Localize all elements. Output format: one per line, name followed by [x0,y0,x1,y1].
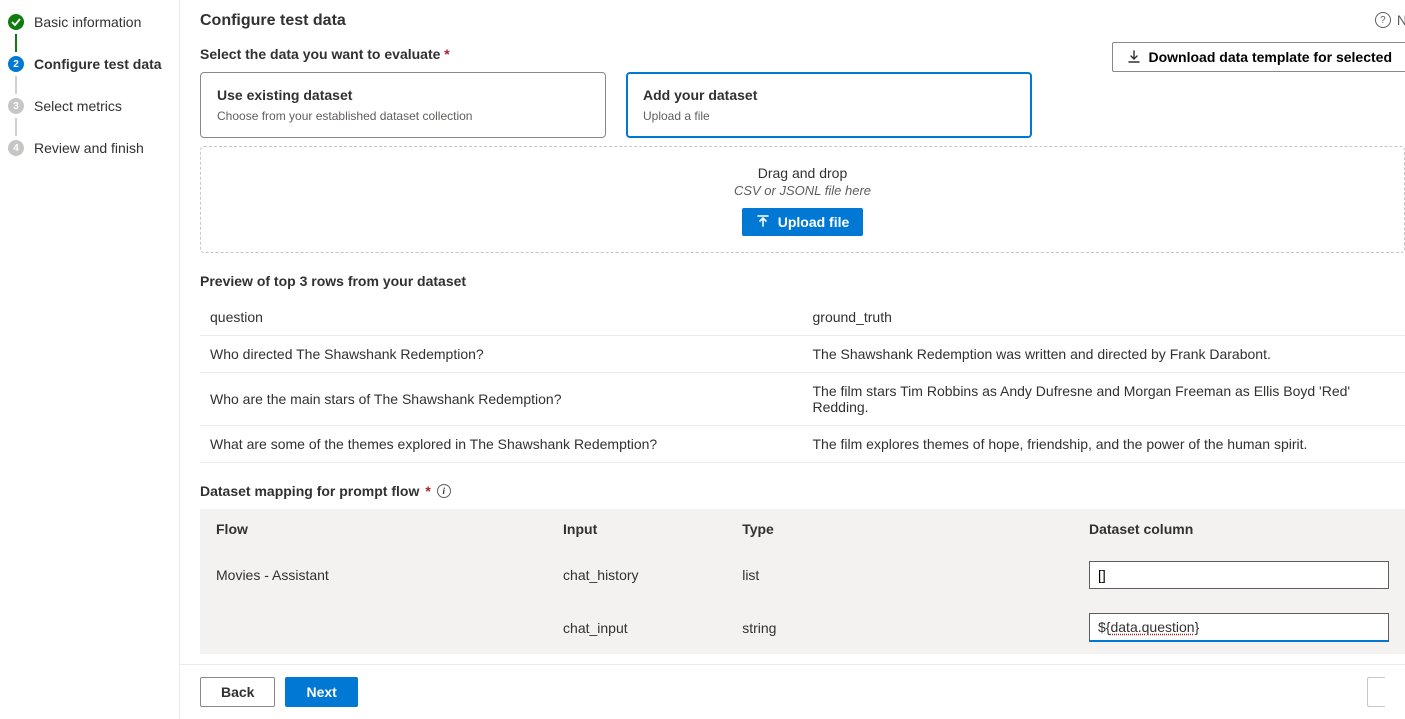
cell-type: list [726,549,1073,601]
cell-flow: Movies - Assistant [200,549,547,601]
table-row: What are some of the themes explored in … [200,426,1405,463]
cell-dataset-column [1073,549,1405,601]
footer-partial-button[interactable] [1367,677,1385,707]
download-template-label: Download data template for selected [1149,49,1393,65]
cell-question: Who are the main stars of The Shawshank … [200,373,803,426]
step-review-and-finish[interactable]: 4 Review and finish [0,136,179,160]
dataset-mapping-table: Flow Input Type Dataset column Movies - … [200,509,1405,654]
cell-input: chat_history [547,549,726,601]
step-number-icon: 3 [8,98,24,114]
next-button[interactable]: Next [285,677,357,707]
download-template-button[interactable]: Download data template for selected [1112,42,1405,72]
cell-ground-truth: The film explores themes of hope, friend… [803,426,1405,463]
mapping-col-flow: Flow [200,509,547,549]
check-icon [8,14,24,30]
cell-input: chat_input [547,601,726,654]
cell-flow [200,601,547,654]
step-basic-information[interactable]: Basic information [0,10,179,34]
dataset-preview-table: question ground_truth Who directed The S… [200,299,1405,463]
preview-col-question: question [200,299,803,336]
step-configure-test-data[interactable]: 2 Configure test data [0,52,179,76]
upload-file-label: Upload file [778,214,850,230]
step-label: Review and finish [34,140,144,156]
dataset-column-input[interactable]: ${data.question} [1089,613,1389,642]
step-connector [15,76,17,94]
step-label: Configure test data [34,56,162,72]
table-row: Who directed The Shawshank Redemption? T… [200,336,1405,373]
wizard-steps-sidebar: Basic information 2 Configure test data … [0,0,180,719]
help-icon: ? [1375,12,1391,28]
table-row: Movies - Assistant chat_history list [200,549,1405,601]
cell-ground-truth: The film stars Tim Robbins as Andy Dufre… [803,373,1405,426]
step-select-metrics[interactable]: 3 Select metrics [0,94,179,118]
card-subtitle: Choose from your established dataset col… [217,109,589,123]
upload-file-button[interactable]: Upload file [742,208,864,236]
card-add-your-dataset[interactable]: Add your dataset Upload a file [626,72,1032,138]
dropzone-title: Drag and drop [201,165,1404,181]
card-subtitle: Upload a file [643,109,1015,123]
page-title: Configure test data [200,12,346,30]
cell-dataset-column: ${data.question} [1073,601,1405,654]
file-dropzone[interactable]: Drag and drop CSV or JSONL file here Upl… [200,146,1405,253]
wizard-footer: Back Next [180,664,1405,719]
mapping-title: Dataset mapping for prompt flow * i [200,483,1405,499]
upload-icon [756,215,770,229]
step-connector [15,34,17,52]
dropzone-subtitle: CSV or JSONL file here [201,183,1404,198]
back-button[interactable]: Back [200,677,275,707]
card-title: Use existing dataset [217,87,589,103]
table-row: Who are the main stars of The Shawshank … [200,373,1405,426]
cell-ground-truth: The Shawshank Redemption was written and… [803,336,1405,373]
card-title: Add your dataset [643,87,1015,103]
cell-type: string [726,601,1073,654]
mapping-col-type: Type [726,509,1073,549]
card-use-existing-dataset[interactable]: Use existing dataset Choose from your es… [200,72,606,138]
dataset-column-input[interactable] [1089,561,1389,589]
preview-title: Preview of top 3 rows from your dataset [200,273,1405,289]
step-number-icon: 2 [8,56,24,72]
mapping-col-input: Input [547,509,726,549]
help-link[interactable]: ? N [1375,12,1405,28]
mapping-col-dataset-column: Dataset column [1073,509,1405,549]
help-text: N [1397,12,1405,28]
preview-col-ground-truth: ground_truth [803,299,1405,336]
info-icon[interactable]: i [437,484,451,498]
cell-question: Who directed The Shawshank Redemption? [200,336,803,373]
table-row: chat_input string ${data.question} [200,601,1405,654]
step-number-icon: 4 [8,140,24,156]
step-label: Select metrics [34,98,122,114]
step-label: Basic information [34,14,141,30]
cell-question: What are some of the themes explored in … [200,426,803,463]
download-icon [1127,50,1141,64]
step-connector [15,118,17,136]
